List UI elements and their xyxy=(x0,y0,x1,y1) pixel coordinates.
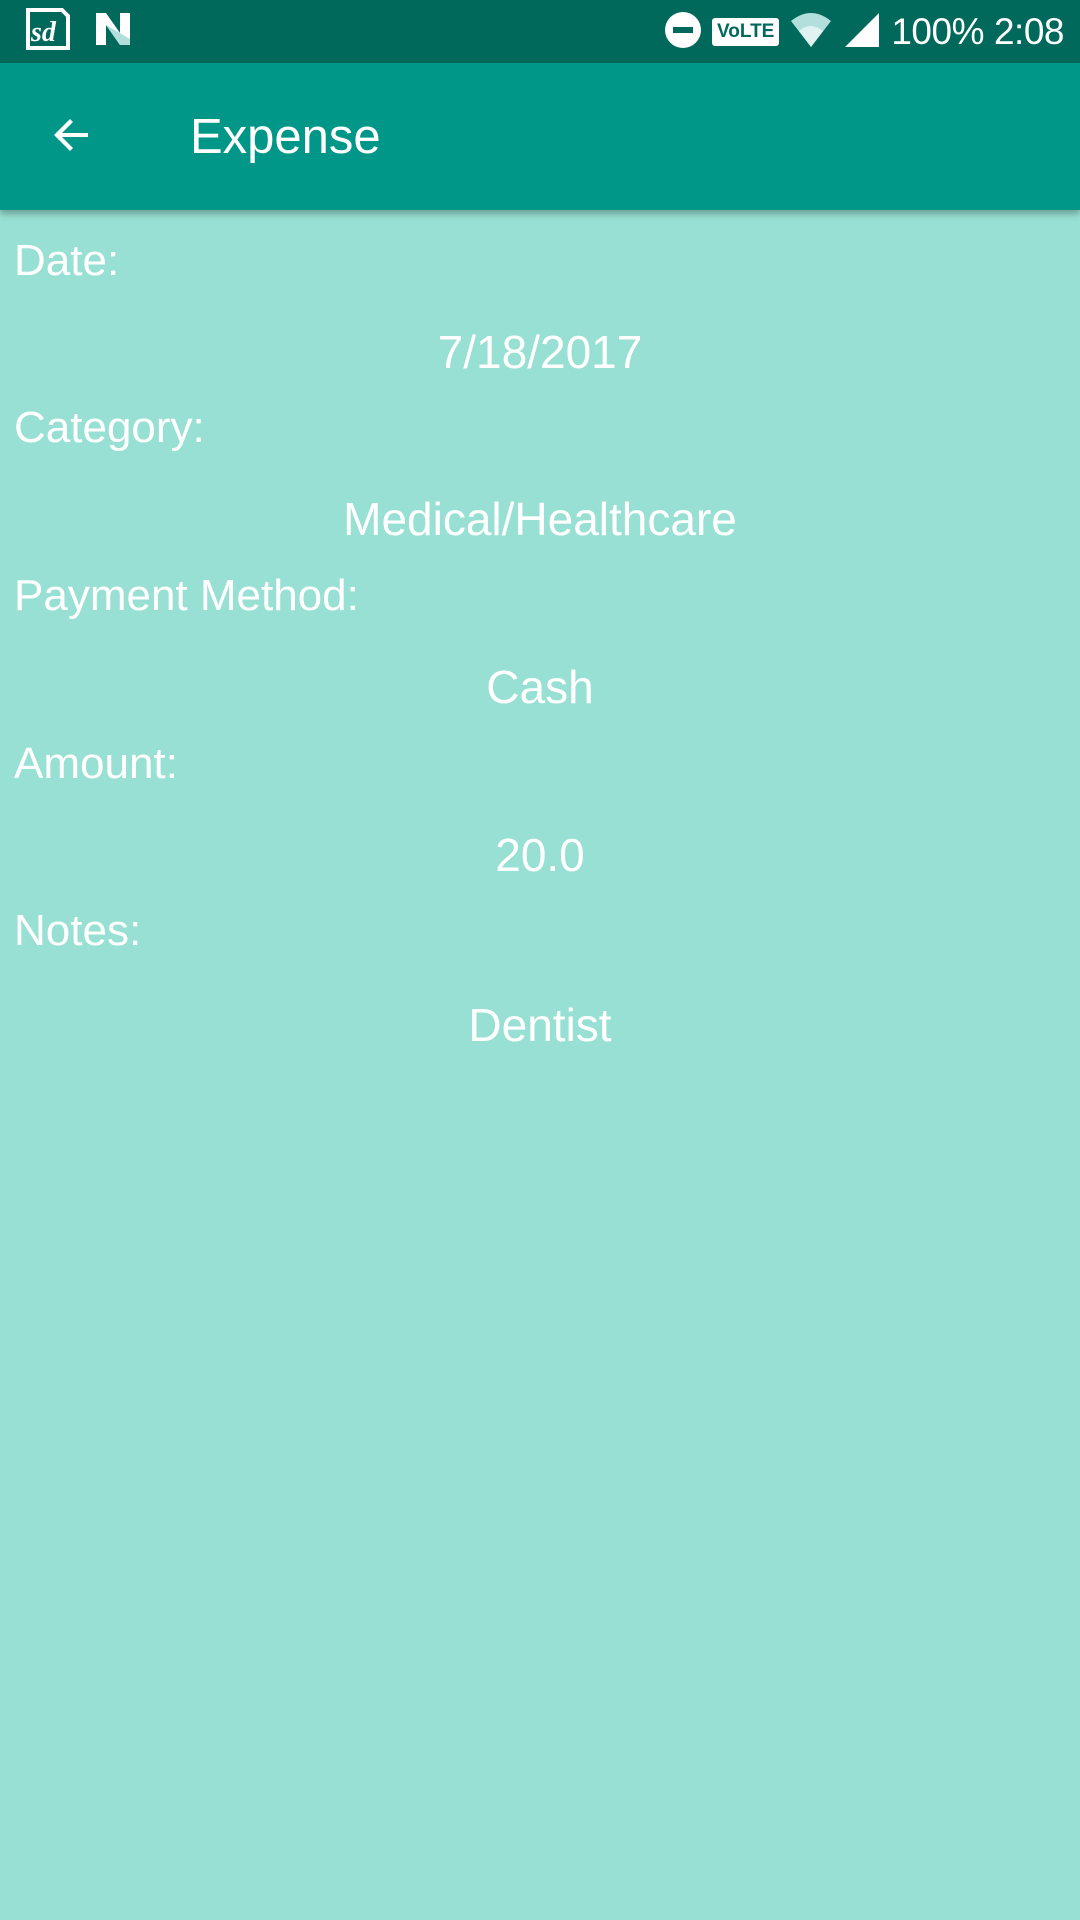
notes-label: Notes: xyxy=(14,906,142,955)
date-label: Date: xyxy=(14,236,120,285)
date-value: 7/18/2017 xyxy=(437,326,643,378)
status-bar: sd VoLTE 100% 2:08 xyxy=(0,0,1080,63)
page-title: Expense xyxy=(190,110,381,164)
category-label: Category: xyxy=(14,403,205,452)
arrow-back-icon xyxy=(48,111,96,163)
amount-value: 20.0 xyxy=(495,829,585,881)
status-left-icons: sd xyxy=(22,8,134,54)
notes-value: Dentist xyxy=(468,999,612,1051)
do-not-disturb-icon xyxy=(664,11,702,53)
sd-card-icon: sd xyxy=(22,6,72,56)
back-button[interactable] xyxy=(36,101,108,173)
svg-text:sd: sd xyxy=(30,17,57,48)
payment-method-value: Cash xyxy=(486,661,594,713)
battery-percent: 100% xyxy=(891,10,984,52)
category-value: Medical/Healthcare xyxy=(343,493,737,545)
amount-label: Amount: xyxy=(14,739,178,788)
app-bar: Expense xyxy=(0,63,1080,210)
volte-icon: VoLTE xyxy=(712,17,780,46)
payment-method-label: Payment Method: xyxy=(14,571,359,620)
n-logo-icon xyxy=(92,9,134,53)
clock: 2:08 xyxy=(993,10,1065,52)
status-right-icons: VoLTE 100% 2:08 xyxy=(664,0,1065,63)
wifi-icon xyxy=(789,11,833,53)
cell-signal-icon xyxy=(843,11,881,53)
